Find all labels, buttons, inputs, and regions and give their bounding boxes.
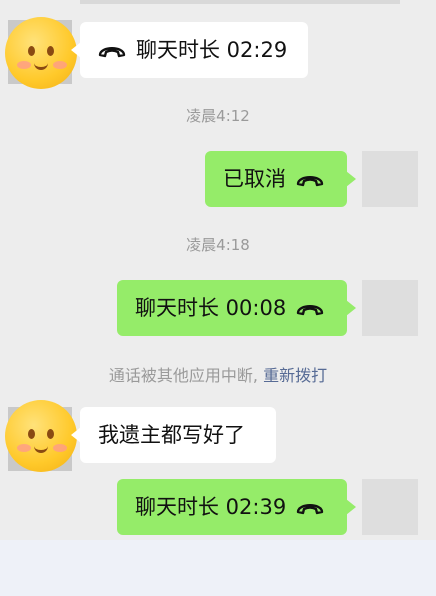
phone-hangup-icon <box>98 47 126 58</box>
timestamp: 凌晨4:18 <box>186 236 250 254</box>
previous-content-edge <box>80 0 400 4</box>
call-duration-bubble[interactable]: 聊天时长 02:29 <box>71 22 308 78</box>
redial-link[interactable]: 重新拨打 <box>263 366 327 385</box>
contact-avatar[interactable] <box>5 400 77 472</box>
bubble-text: 我遗主都写好了 <box>98 423 245 447</box>
system-notice-text: 通话被其他应用中断, <box>108 366 258 385</box>
timestamp: 凌晨4:12 <box>186 107 250 125</box>
call-duration-bubble[interactable]: 聊天时长 00:08 <box>117 280 356 336</box>
my-avatar[interactable] <box>362 151 418 207</box>
text-message-bubble[interactable]: 我遗主都写好了 <box>71 407 276 463</box>
phone-hangup-icon <box>297 305 324 316</box>
chat-bottom-area <box>0 540 436 596</box>
my-avatar[interactable] <box>362 280 418 336</box>
bubble-text: 已取消 <box>223 167 286 191</box>
phone-hangup-icon <box>297 504 324 515</box>
call-duration-bubble[interactable]: 聊天时长 02:39 <box>117 479 356 535</box>
system-notice: 通话被其他应用中断, 重新拨打 <box>0 362 436 386</box>
contact-avatar[interactable] <box>5 17 77 89</box>
bubble-text: 聊天时长 02:39 <box>135 495 287 519</box>
bubble-text: 聊天时长 00:08 <box>135 296 287 320</box>
call-cancelled-bubble[interactable]: 已取消 <box>205 151 356 207</box>
bubble-text: 聊天时长 02:29 <box>136 38 288 62</box>
phone-hangup-icon <box>296 176 324 187</box>
my-avatar[interactable] <box>362 479 418 535</box>
